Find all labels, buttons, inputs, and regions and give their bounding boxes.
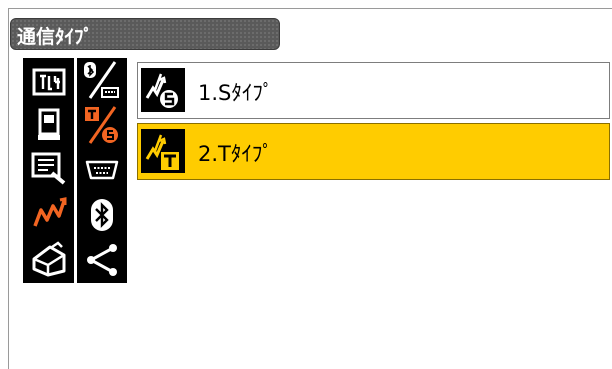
option-s-type[interactable]: 1.Sﾀｲﾌﾟ: [137, 62, 610, 119]
total-station-icon[interactable]: [26, 104, 72, 146]
option-t-type[interactable]: 2.Tﾀｲﾌﾟ: [137, 123, 610, 180]
communication-icon[interactable]: [26, 192, 72, 234]
sidebar-divider: [74, 58, 77, 283]
window-title: 通信ﾀｲﾌﾟ: [17, 26, 94, 48]
document-edit-icon[interactable]: [26, 147, 72, 189]
s-type-icon: [141, 68, 185, 112]
t-type-icon: [141, 129, 185, 173]
title-bar: 通信ﾀｲﾌﾟ: [10, 18, 280, 50]
option-label: 1.Sﾀｲﾌﾟ: [198, 81, 274, 105]
bluetooth-icon[interactable]: [79, 194, 125, 236]
instrument-config-icon[interactable]: [26, 61, 72, 103]
toolbox-icon[interactable]: [26, 238, 72, 280]
t-s-type-icon[interactable]: [79, 104, 125, 146]
bluetooth-rs232c-icon[interactable]: [79, 59, 125, 101]
rs232c-port-icon[interactable]: [79, 149, 125, 191]
option-label: 2.Tﾀｲﾌﾟ: [198, 142, 273, 166]
share-icon[interactable]: [79, 239, 125, 281]
sidebar: [23, 58, 127, 283]
